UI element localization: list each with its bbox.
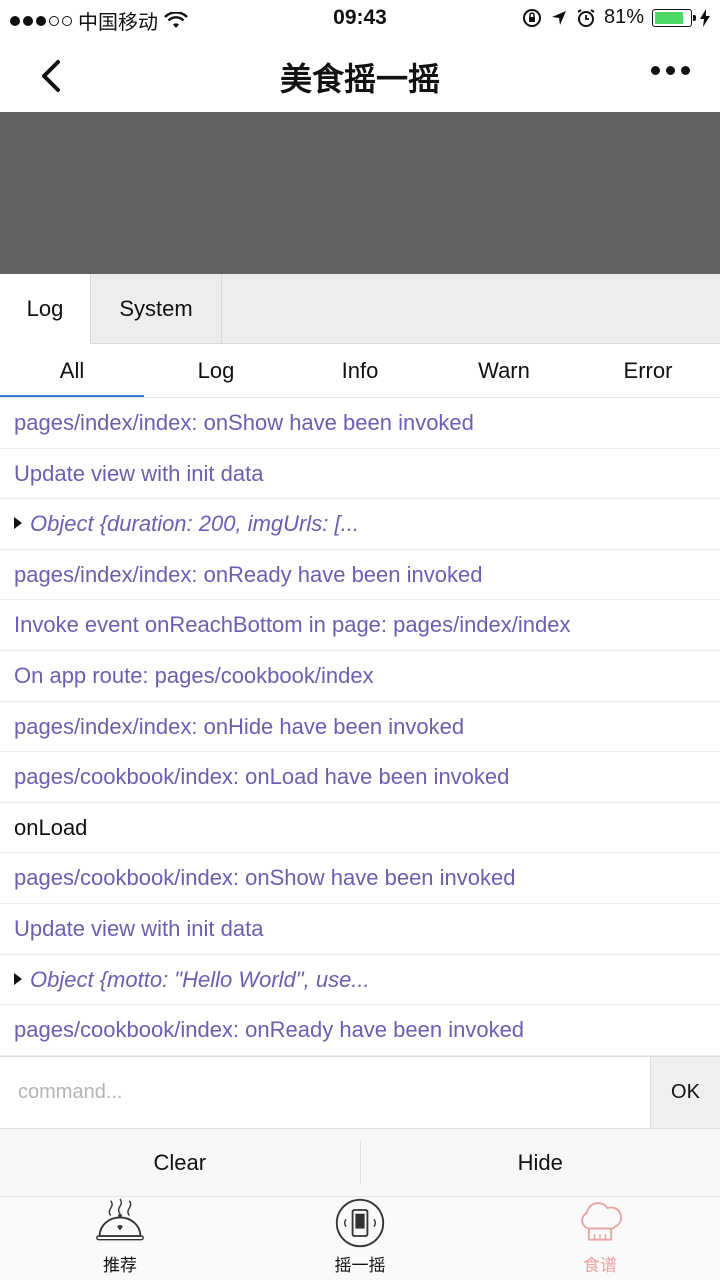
log-entry-object[interactable]: Object {motto: "Hello World", use... — [0, 955, 720, 1006]
tabbar-item-shake[interactable]: 摇一摇 — [240, 1197, 480, 1280]
log-entry: onLoad — [0, 803, 720, 854]
nav-bar: 美食摇一摇 — [0, 36, 720, 112]
log-entry: pages/cookbook/index: onShow have been i… — [0, 853, 720, 904]
battery-icon — [652, 8, 696, 27]
tabbar-label: 食谱 — [583, 1256, 617, 1275]
status-bar: 中国移动 09:43 81% — [0, 0, 720, 36]
log-entry: Update view with init data — [0, 449, 720, 500]
console-action-bar: Clear Hide — [0, 1128, 720, 1196]
more-menu-icon[interactable] — [651, 66, 690, 75]
shake-phone-icon — [335, 1198, 385, 1248]
command-bar: OK — [0, 1056, 720, 1128]
log-entry: pages/index/index: onHide have been invo… — [0, 702, 720, 753]
filter-tab-error[interactable]: Error — [576, 344, 720, 397]
tabbar-item-recommend[interactable]: 推荐 — [0, 1197, 240, 1280]
filter-tab-all[interactable]: All — [0, 344, 144, 397]
tabbar-label: 摇一摇 — [334, 1256, 386, 1275]
battery-fill — [655, 11, 683, 24]
log-entry: pages/cookbook/index: onLoad have been i… — [0, 752, 720, 803]
console-filter-tabs: All Log Info Warn Error — [0, 344, 720, 398]
location-icon — [551, 10, 566, 25]
expand-triangle-icon[interactable] — [14, 972, 22, 985]
page-title: 美食摇一摇 — [279, 61, 440, 97]
page-content-area — [0, 112, 720, 274]
expand-triangle-icon[interactable] — [14, 517, 22, 530]
log-entry: pages/index/index: onShow have been invo… — [0, 398, 720, 449]
console-main-tabs: Log System — [0, 274, 720, 344]
status-right: 81% — [522, 6, 710, 29]
bottom-tab-bar: 推荐 摇一摇 食谱 — [0, 1196, 720, 1280]
filter-tab-warn[interactable]: Warn — [432, 344, 576, 397]
tabbar-item-cookbook[interactable]: 食谱 — [480, 1197, 720, 1280]
log-entry: pages/cookbook/index: onReady have been … — [0, 1005, 720, 1056]
clear-button[interactable]: Clear — [0, 1129, 360, 1196]
log-entry: Invoke event onReachBottom in page: page… — [0, 600, 720, 651]
hide-button[interactable]: Hide — [361, 1129, 720, 1196]
charging-icon — [700, 8, 710, 27]
filter-tab-info[interactable]: Info — [288, 344, 432, 397]
log-entry: pages/index/index: onReady have been inv… — [0, 550, 720, 601]
log-entry: Update view with init data — [0, 904, 720, 955]
log-entry: On app route: pages/cookbook/index — [0, 651, 720, 702]
alarm-icon — [577, 8, 595, 27]
ok-button[interactable]: OK — [650, 1057, 720, 1128]
battery-percent: 81% — [603, 6, 644, 28]
chef-hat-icon — [581, 1202, 623, 1241]
tab-log[interactable]: Log — [0, 274, 91, 344]
tab-system[interactable]: System — [91, 274, 222, 344]
log-entry-object[interactable]: Object {duration: 200, imgUrls: [... — [0, 499, 720, 550]
command-input[interactable] — [0, 1057, 650, 1128]
rotation-lock-icon — [522, 8, 541, 27]
log-list[interactable]: pages/index/index: onShow have been invo… — [0, 398, 720, 1056]
dish-cloche-icon — [96, 1198, 144, 1241]
filter-tab-log[interactable]: Log — [144, 344, 288, 397]
tabbar-label: 推荐 — [103, 1256, 137, 1275]
